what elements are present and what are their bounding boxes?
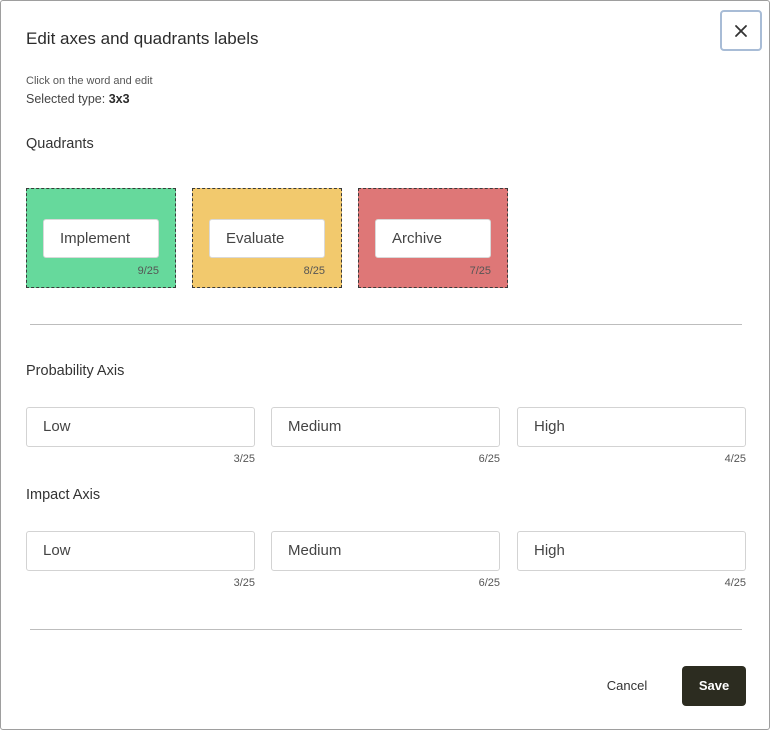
footer-divider xyxy=(30,629,742,630)
quadrant-evaluate: Evaluate 8/25 xyxy=(192,188,342,288)
quadrant-archive: Archive 7/25 xyxy=(358,188,508,288)
char-counter: 9/25 xyxy=(137,265,159,277)
char-counter: 6/25 xyxy=(478,453,500,465)
section-divider xyxy=(30,324,742,325)
probability-high-input[interactable]: High xyxy=(517,407,746,447)
selected-type-value: 3x3 xyxy=(108,92,130,106)
cancel-button[interactable]: Cancel xyxy=(591,667,663,705)
char-counter: 4/25 xyxy=(724,453,746,465)
dialog-title: Edit axes and quadrants labels xyxy=(26,29,259,48)
char-counter: 3/25 xyxy=(233,453,255,465)
quadrant-label-input[interactable]: Evaluate xyxy=(209,219,325,258)
impact-high-input[interactable]: High xyxy=(517,531,746,571)
selected-type-label: Selected type: xyxy=(26,92,109,106)
quadrant-label-input[interactable]: Archive xyxy=(375,219,491,258)
quadrant-implement: Implement 9/25 xyxy=(26,188,176,288)
edit-hint: Click on the word and edit xyxy=(26,75,153,87)
impact-medium-input[interactable]: Medium xyxy=(271,531,500,571)
close-icon xyxy=(735,24,747,37)
char-counter: 6/25 xyxy=(478,577,500,589)
probability-low-input[interactable]: Low xyxy=(26,407,255,447)
probability-axis-title: Probability Axis xyxy=(26,363,125,379)
quadrants-title: Quadrants xyxy=(26,136,94,152)
probability-medium-input[interactable]: Medium xyxy=(271,407,500,447)
edit-labels-dialog: Edit axes and quadrants labels Click on … xyxy=(0,0,770,730)
quadrant-label-input[interactable]: Implement xyxy=(43,219,159,258)
char-counter: 8/25 xyxy=(303,265,325,277)
close-button[interactable] xyxy=(720,10,762,51)
char-counter: 4/25 xyxy=(724,577,746,589)
char-counter: 3/25 xyxy=(233,577,255,589)
impact-low-input[interactable]: Low xyxy=(26,531,255,571)
selected-type: Selected type: 3x3 xyxy=(26,92,130,106)
save-button[interactable]: Save xyxy=(682,666,746,706)
char-counter: 7/25 xyxy=(469,265,491,277)
impact-axis-title: Impact Axis xyxy=(26,487,101,503)
